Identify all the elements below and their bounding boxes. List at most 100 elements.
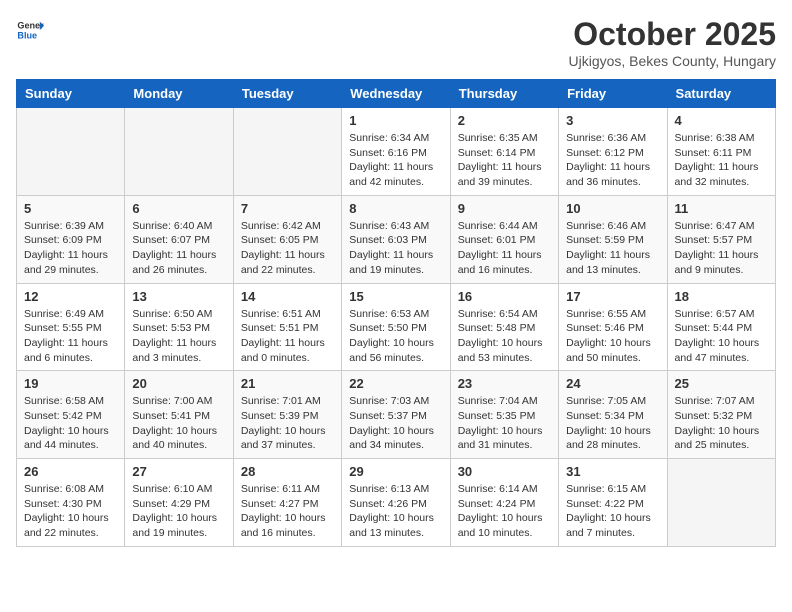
day-info: Sunrise: 6:55 AMSunset: 5:46 PMDaylight:… <box>566 307 659 366</box>
calendar-week-1: 1Sunrise: 6:34 AMSunset: 6:16 PMDaylight… <box>17 108 776 196</box>
calendar-cell: 2 Sunrise: 6:35 AMSunset: 6:14 PMDaylight… <box>450 108 558 196</box>
calendar-cell: 10 Sunrise: 6:46 AMSunset: 5:59 PMDayligh… <box>559 195 667 283</box>
calendar-cell: 26Sunrise: 6:08 AMSunset: 4:30 PMDayligh… <box>17 459 125 547</box>
day-info: Sunrise: 6:15 AMSunset: 4:22 PMDaylight:… <box>566 482 659 541</box>
weekday-header-monday: Monday <box>125 80 233 108</box>
calendar-cell: 29 Sunrise: 6:13 AMSunset: 4:26 PMDayligh… <box>342 459 450 547</box>
day-info: Sunrise: 6:49 AMSunset: 5:55 PMDaylight:… <box>24 307 117 366</box>
logo-icon: General Blue <box>16 16 44 44</box>
day-number: 27 <box>132 464 225 479</box>
calendar-cell: 20Sunrise: 7:00 AMSunset: 5:41 PMDayligh… <box>125 371 233 459</box>
calendar-cell: 3Sunrise: 6:36 AMSunset: 6:12 PMDaylight… <box>559 108 667 196</box>
day-info: Sunrise: 6:38 AMSunset: 6:11 PMDaylight:… <box>675 131 768 190</box>
calendar-cell <box>233 108 341 196</box>
calendar-cell: 25 Sunrise: 7:07 AMSunset: 5:32 PMDayligh… <box>667 371 775 459</box>
day-number: 10 <box>566 201 659 216</box>
day-number: 30 <box>458 464 551 479</box>
day-number: 11 <box>675 201 768 216</box>
day-number: 24 <box>566 376 659 391</box>
day-number: 25 <box>675 376 768 391</box>
calendar-week-3: 12 Sunrise: 6:49 AMSunset: 5:55 PMDayligh… <box>17 283 776 371</box>
calendar-cell: 23Sunrise: 7:04 AMSunset: 5:35 PMDayligh… <box>450 371 558 459</box>
day-number: 31 <box>566 464 659 479</box>
day-info: Sunrise: 7:07 AMSunset: 5:32 PMDaylight:… <box>675 394 768 453</box>
day-info: Sunrise: 7:01 AMSunset: 5:39 PMDaylight:… <box>241 394 334 453</box>
day-info: Sunrise: 6:51 AMSunset: 5:51 PMDaylight:… <box>241 307 334 366</box>
day-number: 14 <box>241 289 334 304</box>
title-area: October 2025 Ujkigyos, Bekes County, Hun… <box>569 16 777 69</box>
calendar-cell: 14 Sunrise: 6:51 AMSunset: 5:51 PMDayligh… <box>233 283 341 371</box>
day-number: 7 <box>241 201 334 216</box>
day-info: Sunrise: 6:14 AMSunset: 4:24 PMDaylight:… <box>458 482 551 541</box>
calendar-cell: 16Sunrise: 6:54 AMSunset: 5:48 PMDayligh… <box>450 283 558 371</box>
weekday-header-thursday: Thursday <box>450 80 558 108</box>
weekday-header-sunday: Sunday <box>17 80 125 108</box>
calendar-week-5: 26Sunrise: 6:08 AMSunset: 4:30 PMDayligh… <box>17 459 776 547</box>
day-info: Sunrise: 6:54 AMSunset: 5:48 PMDaylight:… <box>458 307 551 366</box>
calendar-cell: 9 Sunrise: 6:44 AMSunset: 6:01 PMDaylight… <box>450 195 558 283</box>
weekday-header-saturday: Saturday <box>667 80 775 108</box>
day-info: Sunrise: 6:11 AMSunset: 4:27 PMDaylight:… <box>241 482 334 541</box>
calendar-cell: 17 Sunrise: 6:55 AMSunset: 5:46 PMDayligh… <box>559 283 667 371</box>
day-info: Sunrise: 6:58 AMSunset: 5:42 PMDaylight:… <box>24 394 117 453</box>
day-info: Sunrise: 6:40 AMSunset: 6:07 PMDaylight:… <box>132 219 225 278</box>
day-info: Sunrise: 6:13 AMSunset: 4:26 PMDaylight:… <box>349 482 442 541</box>
day-number: 29 <box>349 464 442 479</box>
calendar-cell: 4 Sunrise: 6:38 AMSunset: 6:11 PMDaylight… <box>667 108 775 196</box>
calendar-cell: 27 Sunrise: 6:10 AMSunset: 4:29 PMDayligh… <box>125 459 233 547</box>
day-number: 12 <box>24 289 117 304</box>
calendar-week-4: 19 Sunrise: 6:58 AMSunset: 5:42 PMDayligh… <box>17 371 776 459</box>
day-number: 1 <box>349 113 442 128</box>
day-info: Sunrise: 7:05 AMSunset: 5:34 PMDaylight:… <box>566 394 659 453</box>
day-info: Sunrise: 6:43 AMSunset: 6:03 PMDaylight:… <box>349 219 442 278</box>
day-number: 17 <box>566 289 659 304</box>
header: General Blue October 2025 Ujkigyos, Beke… <box>16 16 776 69</box>
calendar-cell: 5 Sunrise: 6:39 AMSunset: 6:09 PMDaylight… <box>17 195 125 283</box>
day-number: 2 <box>458 113 551 128</box>
calendar-cell: 30 Sunrise: 6:14 AMSunset: 4:24 PMDayligh… <box>450 459 558 547</box>
day-number: 4 <box>675 113 768 128</box>
day-info: Sunrise: 6:35 AMSunset: 6:14 PMDaylight:… <box>458 131 551 190</box>
day-number: 13 <box>132 289 225 304</box>
day-number: 23 <box>458 376 551 391</box>
day-number: 8 <box>349 201 442 216</box>
day-number: 28 <box>241 464 334 479</box>
calendar-cell <box>125 108 233 196</box>
day-info: Sunrise: 6:47 AMSunset: 5:57 PMDaylight:… <box>675 219 768 278</box>
day-number: 22 <box>349 376 442 391</box>
calendar-cell: 8 Sunrise: 6:43 AMSunset: 6:03 PMDaylight… <box>342 195 450 283</box>
calendar-cell: 28 Sunrise: 6:11 AMSunset: 4:27 PMDayligh… <box>233 459 341 547</box>
calendar-cell: 15Sunrise: 6:53 AMSunset: 5:50 PMDayligh… <box>342 283 450 371</box>
day-info: Sunrise: 6:10 AMSunset: 4:29 PMDaylight:… <box>132 482 225 541</box>
day-number: 19 <box>24 376 117 391</box>
month-title: October 2025 <box>569 16 777 53</box>
day-info: Sunrise: 6:44 AMSunset: 6:01 PMDaylight:… <box>458 219 551 278</box>
day-number: 6 <box>132 201 225 216</box>
day-info: Sunrise: 6:46 AMSunset: 5:59 PMDaylight:… <box>566 219 659 278</box>
calendar-cell: 18 Sunrise: 6:57 AMSunset: 5:44 PMDayligh… <box>667 283 775 371</box>
day-number: 26 <box>24 464 117 479</box>
calendar-week-2: 5 Sunrise: 6:39 AMSunset: 6:09 PMDaylight… <box>17 195 776 283</box>
day-info: Sunrise: 6:39 AMSunset: 6:09 PMDaylight:… <box>24 219 117 278</box>
day-number: 20 <box>132 376 225 391</box>
calendar-cell: 24 Sunrise: 7:05 AMSunset: 5:34 PMDayligh… <box>559 371 667 459</box>
day-number: 5 <box>24 201 117 216</box>
day-info: Sunrise: 6:53 AMSunset: 5:50 PMDaylight:… <box>349 307 442 366</box>
location-subtitle: Ujkigyos, Bekes County, Hungary <box>569 53 777 69</box>
day-number: 9 <box>458 201 551 216</box>
weekday-header-row: SundayMondayTuesdayWednesdayThursdayFrid… <box>17 80 776 108</box>
day-number: 21 <box>241 376 334 391</box>
calendar-cell: 12 Sunrise: 6:49 AMSunset: 5:55 PMDayligh… <box>17 283 125 371</box>
day-info: Sunrise: 7:03 AMSunset: 5:37 PMDaylight:… <box>349 394 442 453</box>
day-number: 18 <box>675 289 768 304</box>
weekday-header-wednesday: Wednesday <box>342 80 450 108</box>
svg-text:Blue: Blue <box>17 30 37 40</box>
calendar-cell: 21 Sunrise: 7:01 AMSunset: 5:39 PMDayligh… <box>233 371 341 459</box>
calendar-cell <box>667 459 775 547</box>
calendar-cell: 19 Sunrise: 6:58 AMSunset: 5:42 PMDayligh… <box>17 371 125 459</box>
day-info: Sunrise: 6:42 AMSunset: 6:05 PMDaylight:… <box>241 219 334 278</box>
calendar-cell: 22 Sunrise: 7:03 AMSunset: 5:37 PMDayligh… <box>342 371 450 459</box>
calendar-cell: 1Sunrise: 6:34 AMSunset: 6:16 PMDaylight… <box>342 108 450 196</box>
day-info: Sunrise: 6:57 AMSunset: 5:44 PMDaylight:… <box>675 307 768 366</box>
day-info: Sunrise: 6:36 AMSunset: 6:12 PMDaylight:… <box>566 131 659 190</box>
